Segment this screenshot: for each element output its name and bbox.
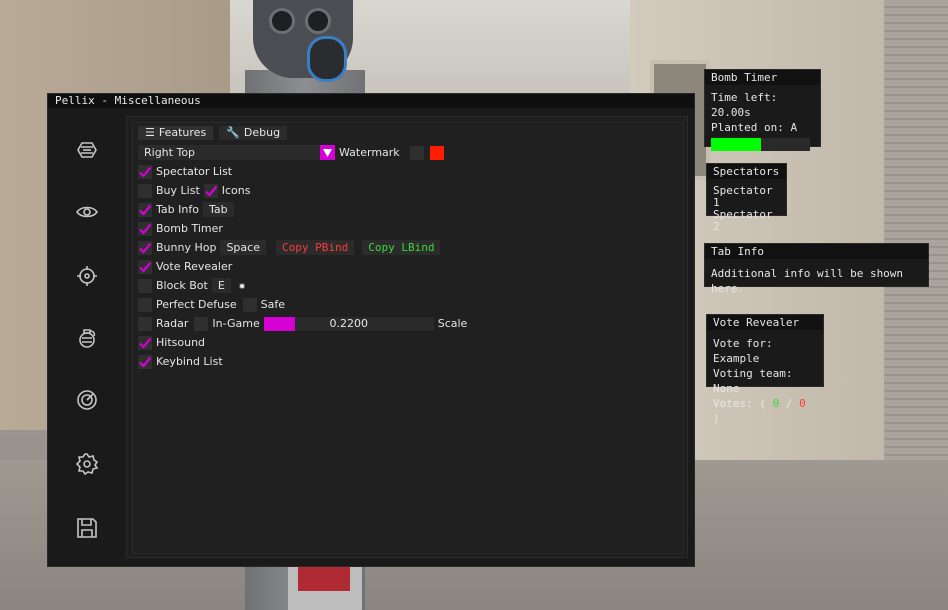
watermark-label: Watermark (339, 146, 400, 159)
list-item: Spectator 1 (713, 184, 773, 209)
time-left-text: Time left: 20.00s (711, 91, 778, 119)
perfect-defuse-row: Perfect Defuse Safe (138, 297, 285, 312)
votes-no: 0 (799, 397, 806, 410)
voting-team-text: Voting team: None (713, 367, 793, 395)
block-bot-checkbox[interactable] (138, 278, 152, 293)
tab-bar: ☰ Features 🔧 Debug (138, 126, 288, 140)
watermark-position-select[interactable]: Right Top (138, 145, 335, 160)
vote-revealer-row: Vote Revealer (138, 259, 232, 274)
panel-title[interactable]: Bomb Timer (705, 70, 820, 85)
features-panel: ☰ Features 🔧 Debug Right Top Watermark S… (132, 122, 684, 554)
watermark-color-swatch[interactable] (429, 145, 444, 160)
scale-slider[interactable]: 0.2200 (263, 316, 434, 331)
main-window: Pellix - Miscellaneous ☰ Features 🔧 Debu… (47, 93, 695, 567)
tab-info-keybind[interactable]: Tab (202, 202, 234, 217)
votes-text: Votes: ( 0 / 0 ) (713, 397, 806, 425)
buy-list-checkbox[interactable] (138, 183, 152, 198)
tab-info-checkbox[interactable] (138, 202, 152, 217)
spectators-panel: Spectators Spectator 1 Spectator 2 (706, 163, 787, 233)
chevron-down-icon[interactable] (320, 145, 335, 160)
bomb-timer-row: Bomb Timer (138, 221, 223, 236)
gear-icon[interactable] (75, 452, 99, 476)
content-area: ☰ Features 🔧 Debug Right Top Watermark S… (126, 116, 688, 558)
bomb-progress-bar (711, 138, 810, 151)
perfect-defuse-checkbox[interactable] (138, 297, 152, 312)
radar-row: Radar In-Game 0.2200 Scale (138, 316, 467, 331)
weapon-viewmodel (288, 560, 362, 610)
wrench-icon: 🔧 (226, 126, 240, 139)
copy-pbind-button[interactable]: Copy PBind (275, 240, 355, 255)
panel-title[interactable]: Vote Revealer (707, 315, 823, 330)
tab-features[interactable]: ☰ Features (138, 126, 214, 140)
watermark-row: Right Top Watermark (138, 145, 444, 160)
gear-icon[interactable]: ✹ (239, 279, 246, 292)
keybind-list-checkbox[interactable] (138, 354, 152, 369)
radar-icon[interactable] (75, 388, 99, 412)
panel-title[interactable]: Spectators (707, 164, 786, 179)
bomb-timer-checkbox[interactable] (138, 221, 152, 236)
hitsound-checkbox[interactable] (138, 335, 152, 350)
icons-checkbox[interactable] (203, 183, 218, 198)
copy-lbind-button[interactable]: Copy LBind (362, 240, 441, 255)
tab-info-row: Tab Info Tab (138, 202, 234, 217)
list-icon: ☰ (145, 126, 155, 139)
bunny-hop-checkbox[interactable] (138, 240, 152, 255)
radar-checkbox[interactable] (138, 316, 152, 331)
vote-revealer-panel: Vote Revealer Vote for: Example Voting t… (706, 314, 824, 425)
eye-icon[interactable] (75, 200, 99, 224)
safe-checkbox[interactable] (242, 297, 257, 312)
vote-revealer-checkbox[interactable] (138, 259, 152, 274)
grenade-icon[interactable] (75, 326, 99, 350)
spectator-list-checkbox[interactable] (138, 164, 152, 179)
tab-info-text: Additional info will be shown here. (711, 267, 904, 295)
bunny-hop-keybind[interactable]: Space (220, 240, 266, 255)
vote-for-text: Vote for: Example (713, 337, 773, 365)
ingame-checkbox[interactable] (194, 316, 209, 331)
watermark-checkbox[interactable] (409, 145, 424, 160)
hitsound-row: Hitsound (138, 335, 205, 350)
sidebar (56, 116, 118, 558)
bunny-hop-row: Bunny Hop Space Copy PBind Copy LBind (138, 240, 441, 255)
keybind-list-row: Keybind List (138, 354, 223, 369)
tab-info-panel: Tab Info Additional info will be shown h… (704, 243, 929, 295)
window-title[interactable]: Pellix - Miscellaneous (48, 94, 694, 108)
panel-title[interactable]: Tab Info (705, 244, 928, 259)
aimbot-icon[interactable] (75, 138, 99, 162)
tab-debug[interactable]: 🔧 Debug (219, 126, 288, 140)
planted-on-text: Planted on: A (711, 121, 798, 134)
list-item: Spectator 2 (713, 208, 773, 233)
votes-yes: 0 (772, 397, 780, 410)
bomb-timer-panel: Bomb Timer Time left: 20.00s Planted on:… (704, 69, 821, 151)
block-bot-keybind[interactable]: E (211, 278, 231, 293)
spectator-list-row: Spectator List (138, 164, 232, 179)
save-icon[interactable] (75, 516, 99, 540)
crosshair-icon[interactable] (75, 264, 99, 288)
block-bot-row: Block Bot E ✹ (138, 278, 245, 293)
buy-list-row: Buy List Icons (138, 183, 251, 198)
